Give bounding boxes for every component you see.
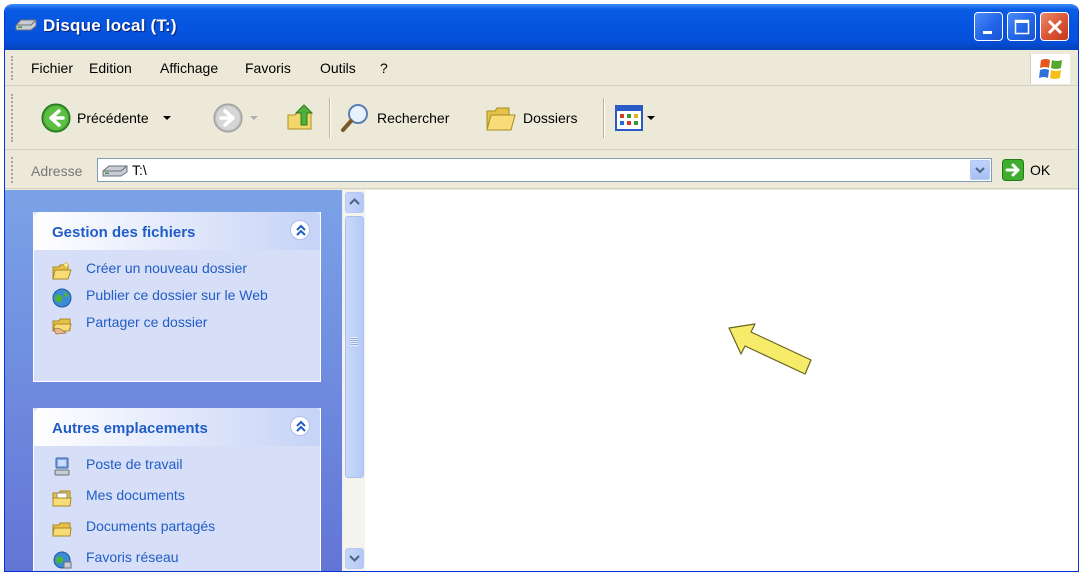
scroll-thumb[interactable] — [345, 216, 364, 478]
folder-content-area[interactable] — [365, 190, 1078, 571]
file-tasks-header[interactable]: Gestion des fichiers — [34, 212, 320, 250]
place-network-places-label: Favoris réseau — [86, 549, 179, 565]
scroll-up-button[interactable] — [345, 192, 364, 213]
new-folder-icon — [52, 261, 72, 280]
network-places-icon — [53, 551, 72, 569]
scroll-down-button[interactable] — [345, 548, 364, 569]
chevron-up-icon — [349, 198, 360, 205]
go-label: OK — [1030, 162, 1051, 178]
my-computer-icon — [54, 457, 70, 476]
address-dropdown-button[interactable] — [970, 160, 990, 180]
other-places-header[interactable]: Autres emplacements — [34, 408, 320, 446]
minimize-icon — [983, 31, 992, 34]
search-icon — [341, 104, 368, 132]
address-grip[interactable] — [11, 157, 14, 183]
go-button[interactable]: OK — [1002, 159, 1050, 181]
folders-label: Dossiers — [523, 110, 578, 126]
task-pane-scrollbar[interactable] — [342, 190, 365, 571]
back-dropdown-icon[interactable] — [159, 113, 175, 123]
menu-edit[interactable]: Edition — [89, 60, 132, 76]
views-icon — [615, 105, 643, 131]
toolbar-separator — [603, 98, 605, 138]
menu-tools[interactable]: Outils — [320, 60, 356, 76]
place-network-places[interactable]: Favoris réseau — [52, 549, 320, 571]
menu-file[interactable]: Fichier — [31, 60, 73, 76]
place-shared-documents[interactable]: Documents partagés — [52, 518, 320, 542]
title-bar[interactable]: Disque local (T:) — [5, 4, 1078, 50]
double-chevron-up-icon — [296, 224, 306, 236]
minimize-button[interactable] — [974, 12, 1003, 41]
go-arrow-icon — [1002, 159, 1024, 181]
maximize-icon — [1014, 19, 1030, 35]
up-folder-icon — [287, 104, 314, 130]
menu-bar: Fichier Edition Affichage Favoris Outils… — [5, 50, 1078, 86]
chevron-down-icon — [975, 167, 985, 174]
address-label: Adresse — [31, 163, 83, 179]
explorer-window: Disque local (T:) Fichier Edition Affich… — [4, 4, 1079, 572]
place-my-documents[interactable]: Mes documents — [52, 487, 320, 511]
toolbar-separator — [329, 98, 331, 138]
address-value: T:\ — [132, 162, 147, 178]
folders-icon — [486, 107, 516, 131]
search-button[interactable]: Rechercher — [339, 102, 449, 134]
windows-logo — [1030, 54, 1070, 84]
up-folder-button[interactable] — [285, 102, 315, 134]
collapse-other-places-button[interactable] — [290, 416, 310, 436]
shared-documents-icon — [52, 522, 72, 537]
folders-button[interactable]: Dossiers — [485, 102, 577, 134]
collapse-file-tasks-button[interactable] — [290, 220, 310, 240]
other-places-title: Autres emplacements — [52, 420, 208, 437]
publish-web-icon — [52, 288, 72, 308]
menu-help[interactable]: ? — [380, 60, 388, 76]
file-tasks-title: Gestion des fichiers — [52, 224, 196, 241]
place-my-computer[interactable]: Poste de travail — [52, 456, 320, 480]
back-label: Précédente — [77, 110, 149, 126]
task-publish-web-label: Publier ce dossier sur le Web — [86, 287, 268, 303]
window-title: Disque local (T:) — [43, 16, 177, 35]
task-share-folder[interactable]: Partager ce dossier — [52, 314, 320, 338]
double-chevron-up-icon — [296, 420, 306, 432]
menu-grip[interactable] — [11, 56, 14, 80]
back-arrow-icon — [41, 103, 71, 133]
annotation-arrow-icon — [728, 323, 812, 375]
maximize-button[interactable] — [1007, 12, 1036, 41]
address-input[interactable]: T:\ — [97, 158, 992, 182]
views-dropdown-icon — [647, 116, 655, 120]
menu-favorites[interactable]: Favoris — [245, 60, 291, 76]
place-my-computer-label: Poste de travail — [86, 456, 183, 472]
close-icon — [1047, 19, 1063, 35]
my-documents-icon — [52, 490, 72, 507]
task-pane: Gestion des fichiers Créer un nouveau do… — [5, 190, 342, 571]
forward-arrow-icon — [213, 103, 243, 133]
drive-icon — [102, 165, 128, 177]
task-publish-web[interactable]: Publier ce dossier sur le Web — [52, 287, 320, 311]
standard-toolbar: Précédente Rechercher Dossiers — [5, 86, 1078, 150]
chevron-down-icon — [349, 555, 360, 562]
scroll-thumb-grip — [351, 337, 358, 346]
search-label: Rechercher — [377, 110, 450, 126]
address-bar: Adresse T:\ OK — [5, 151, 1078, 189]
close-button[interactable] — [1040, 12, 1069, 41]
back-button[interactable]: Précédente — [41, 102, 175, 134]
task-new-folder[interactable]: Créer un nouveau dossier — [52, 260, 320, 284]
other-places-panel: Autres emplacements Poste de travail Mes… — [33, 408, 321, 571]
menu-view[interactable]: Affichage — [160, 60, 218, 76]
task-share-folder-label: Partager ce dossier — [86, 314, 208, 330]
views-button[interactable] — [615, 102, 657, 134]
forward-button[interactable] — [213, 102, 261, 134]
place-my-documents-label: Mes documents — [86, 487, 185, 503]
drive-icon — [15, 19, 37, 31]
task-new-folder-label: Créer un nouveau dossier — [86, 260, 248, 276]
share-folder-icon — [52, 318, 72, 335]
forward-dropdown-icon[interactable] — [247, 113, 261, 123]
file-tasks-panel: Gestion des fichiers Créer un nouveau do… — [33, 212, 321, 382]
place-shared-documents-label: Documents partagés — [86, 518, 216, 534]
windows-flag-icon — [1039, 59, 1062, 79]
toolbar-grip[interactable] — [11, 94, 14, 142]
